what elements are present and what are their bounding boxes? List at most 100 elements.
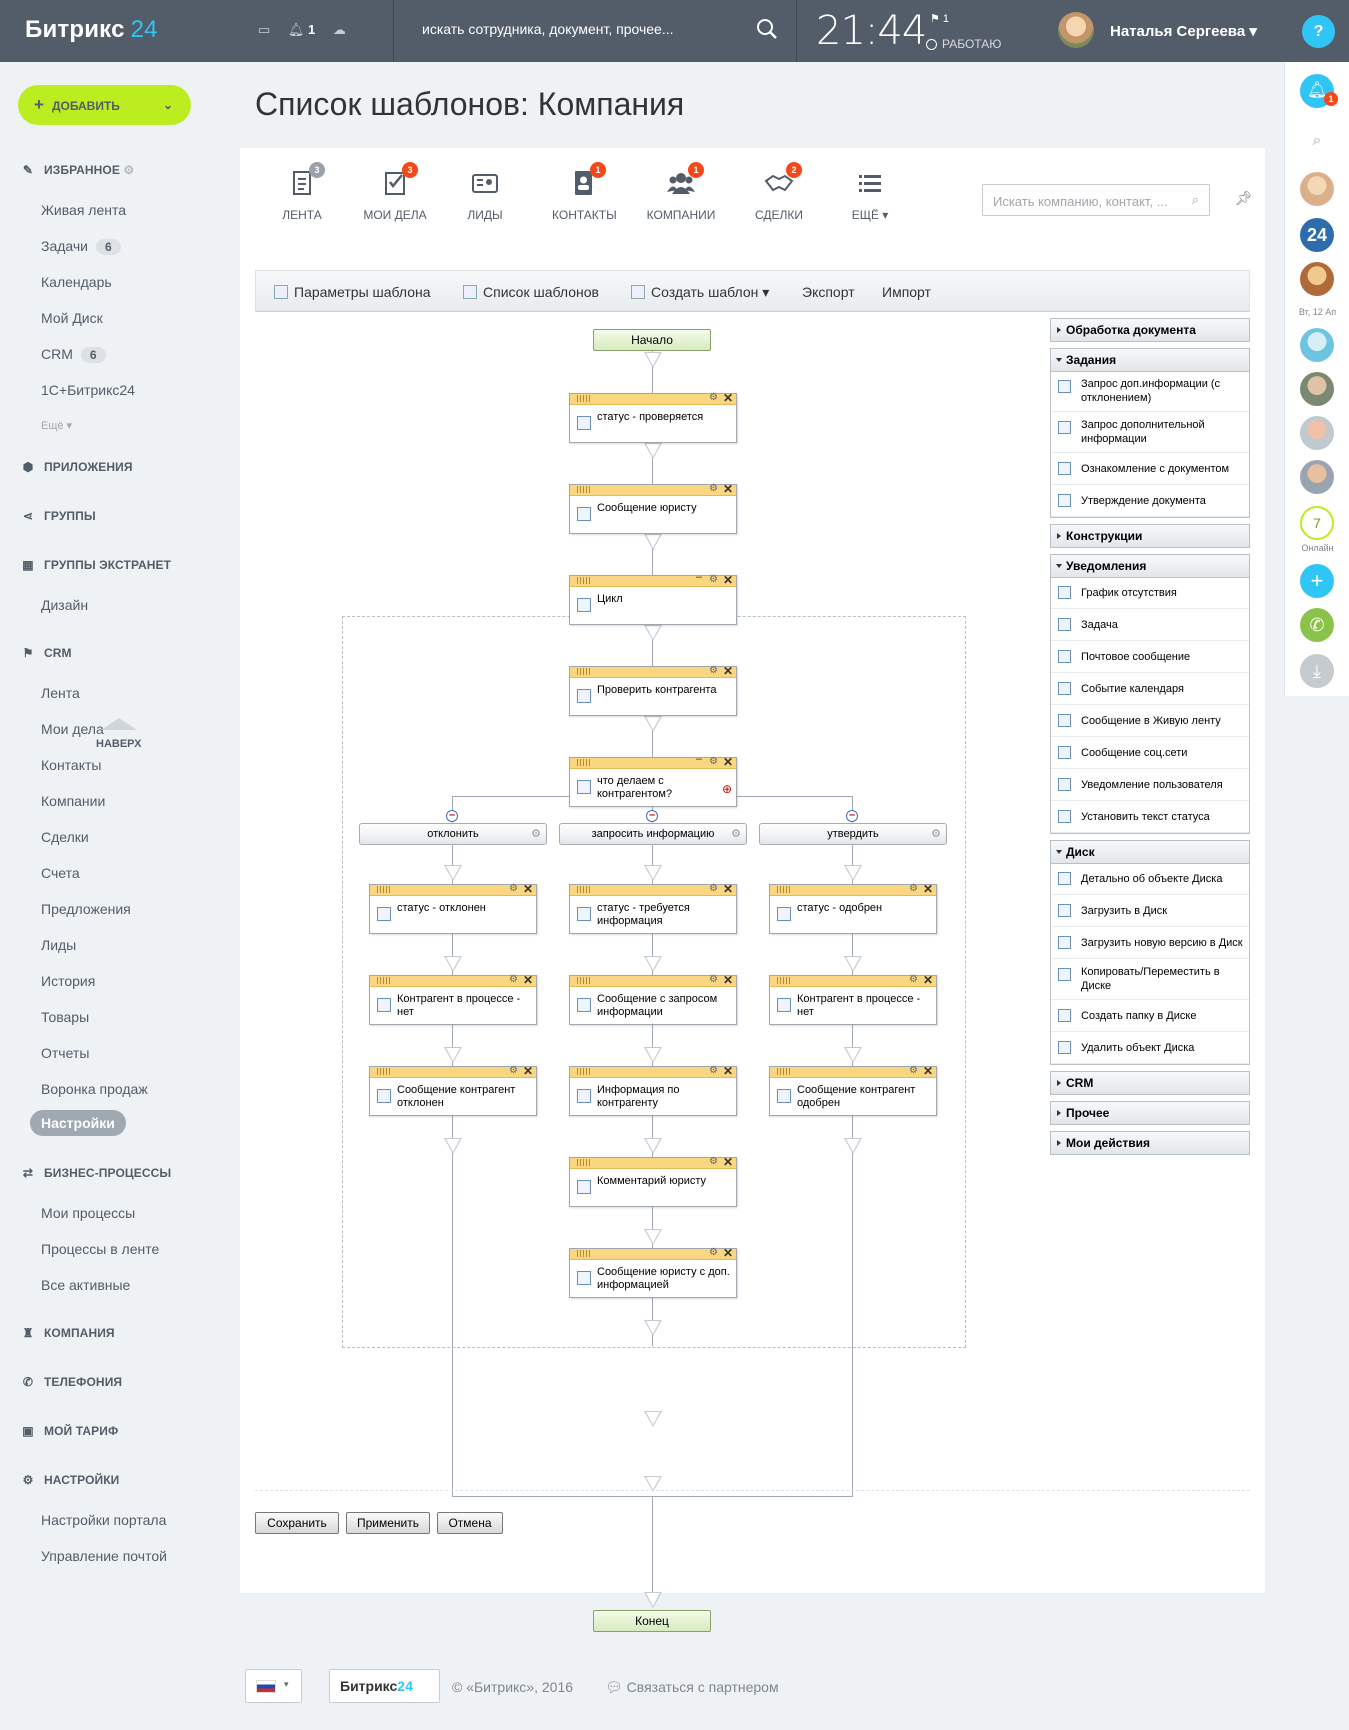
palette-group-other[interactable]: Прочее <box>1050 1101 1250 1125</box>
remove-branch-icon[interactable]: – <box>846 810 858 822</box>
minimize-icon[interactable]: – <box>696 571 702 583</box>
palette-item[interactable]: Утверждение документа <box>1051 485 1249 517</box>
gear-icon[interactable]: ⚙ <box>909 1065 918 1076</box>
tab-deals[interactable]: 2 СДЕЛКИ <box>750 162 808 222</box>
notification-bell-icon[interactable]: 🔔︎ 1 <box>1300 74 1338 108</box>
sidebar-item-invoices[interactable]: Счета <box>41 865 80 881</box>
branch-approve[interactable]: утвердить ⚙ <box>759 823 947 845</box>
flow-end[interactable]: Конец <box>593 1610 711 1632</box>
activity-node[interactable]: ⚙ ✕ статус - отклонен <box>369 882 537 934</box>
avatar[interactable] <box>1300 372 1334 406</box>
sidebar-item-deals[interactable]: Сделки <box>41 829 89 845</box>
sidebar-item-reports[interactable]: Отчеты <box>41 1045 89 1061</box>
section-settings[interactable]: ⚙ НАСТРОЙКИ <box>20 1473 120 1487</box>
logo[interactable]: Битрикс 24 <box>25 16 158 44</box>
close-icon[interactable]: ✕ <box>523 973 533 987</box>
sidebar-item-crm-feed[interactable]: Лента <box>41 685 80 701</box>
section-groups[interactable]: ⋖ ГРУППЫ <box>20 509 96 523</box>
palette-item[interactable]: Задача <box>1051 609 1249 641</box>
search-icon[interactable]: ⌕ <box>1192 192 1199 208</box>
palette-item[interactable]: Сообщение соц.сети <box>1051 737 1249 769</box>
search-icon[interactable] <box>756 18 778 40</box>
palette-item[interactable]: Установить текст статуса <box>1051 801 1249 833</box>
gear-icon[interactable]: ⚙ <box>709 974 718 985</box>
sidebar-item-mail-settings[interactable]: Управление почтой <box>41 1548 167 1564</box>
palette-item[interactable]: График отсутствия <box>1051 577 1249 609</box>
cancel-button[interactable]: Отмена <box>437 1512 503 1534</box>
palette-item[interactable]: Сообщение в Живую ленту <box>1051 705 1249 737</box>
activity-node[interactable]: ⚙ ✕ Контрагент в процессе - нет <box>369 973 537 1025</box>
section-crm[interactable]: ⚑ CRM <box>20 646 72 660</box>
activity-node[interactable]: ⚙ ✕ Проверить контрагента <box>569 664 737 716</box>
save-button[interactable]: Сохранить <box>255 1512 339 1534</box>
gear-icon[interactable]: ⚙ <box>709 574 718 585</box>
palette-group-doc[interactable]: Обработка документа <box>1050 318 1250 342</box>
gear-icon[interactable]: ⚙ <box>709 392 718 403</box>
sidebar-item-all-active[interactable]: Все активные <box>41 1277 130 1293</box>
sidebar-item-funnel[interactable]: Воронка продаж <box>41 1081 148 1097</box>
flow-start[interactable]: Начало <box>593 329 711 351</box>
close-icon[interactable]: ✕ <box>923 882 933 896</box>
sidebar-item-calendar[interactable]: Календарь <box>41 274 112 290</box>
palette-item[interactable]: Создать папку в Диске <box>1051 1000 1249 1032</box>
gear-icon[interactable]: ⚙ <box>509 974 518 985</box>
branch-reject[interactable]: отклонить ⚙ <box>359 823 547 845</box>
activity-node[interactable]: ⚙ ✕ Сообщение контрагент отклонен <box>369 1064 537 1116</box>
tab-contacts[interactable]: 1 КОНТАКТЫ <box>552 162 617 222</box>
palette-item[interactable]: Удалить объект Диска <box>1051 1032 1249 1064</box>
avatar[interactable] <box>1300 460 1334 494</box>
sidebar-item-live-feed[interactable]: Живая лента <box>41 202 126 218</box>
avatar[interactable] <box>1300 262 1334 296</box>
close-icon[interactable]: ✕ <box>723 882 733 896</box>
activity-node[interactable]: ⚙ ✕ Контрагент в процессе - нет <box>769 973 937 1025</box>
work-status[interactable]: РАБОТАЮ <box>926 37 1001 51</box>
palette-group-notifications[interactable]: Уведомления <box>1050 554 1250 578</box>
template-list-button[interactable]: Список шаблонов <box>463 284 599 300</box>
notification-bell-icon[interactable]: 🔔︎ 1 <box>288 22 315 37</box>
close-icon[interactable]: ✕ <box>923 973 933 987</box>
gear-icon[interactable]: ⚙ <box>709 483 718 494</box>
sidebar-item-leads[interactable]: Лиды <box>41 937 76 953</box>
sidebar-item-crm[interactable]: CRM 6 <box>41 346 106 363</box>
sidebar-item-contacts[interactable]: Контакты <box>41 757 101 773</box>
plus-icon[interactable]: + <box>1300 564 1334 598</box>
gear-icon[interactable]: ⚙ <box>509 883 518 894</box>
section-telephony[interactable]: ✆ ТЕЛЕФОНИЯ <box>20 1375 122 1389</box>
palette-item[interactable]: Запрос дополнительной информации <box>1051 412 1249 453</box>
create-template-button[interactable]: Создать шаблон ▾ <box>631 284 769 301</box>
tab-feed[interactable]: 3 ЛЕНТА <box>277 162 327 222</box>
close-icon[interactable]: ✕ <box>723 1155 733 1169</box>
palette-item[interactable]: Загрузить в Диск <box>1051 895 1249 927</box>
import-button[interactable]: Импорт <box>882 284 931 300</box>
add-branch-icon[interactable]: ⊕ <box>722 782 732 796</box>
activity-node[interactable]: ⚙ ✕ статус - требуется информация <box>569 882 737 934</box>
sidebar-item-history[interactable]: История <box>41 973 95 989</box>
sidebar-item-settings-active[interactable]: Настройки <box>30 1110 126 1136</box>
messenger-icon[interactable]: ▭ <box>258 22 270 37</box>
section-bp[interactable]: ⇄ БИЗНЕС-ПРОЦЕССЫ <box>20 1166 171 1180</box>
palette-item[interactable]: Уведомление пользователя <box>1051 769 1249 801</box>
close-icon[interactable]: ✕ <box>523 882 533 896</box>
gear-icon[interactable]: ⚙ <box>931 824 941 844</box>
gear-icon[interactable]: ⚙ <box>531 824 541 844</box>
activity-node[interactable]: ⚙ ✕ статус - проверяется <box>569 391 737 443</box>
close-icon[interactable]: ✕ <box>923 1064 933 1078</box>
gear-icon[interactable]: ⚙ <box>509 1065 518 1076</box>
close-icon[interactable]: ✕ <box>723 755 733 769</box>
close-icon[interactable]: ✕ <box>723 482 733 496</box>
gear-icon[interactable]: ⚙ <box>709 665 718 676</box>
activity-node[interactable]: ⚙ ✕ Сообщение юристу <box>569 482 737 534</box>
export-button[interactable]: Экспорт <box>802 284 855 300</box>
tab-leads[interactable]: ЛИДЫ <box>460 168 510 222</box>
sidebar-item-my-processes[interactable]: Мои процессы <box>41 1205 135 1221</box>
close-icon[interactable]: ✕ <box>723 573 733 587</box>
gear-icon[interactable]: ⚙ <box>709 1247 718 1258</box>
palette-item[interactable]: Событие календаря <box>1051 673 1249 705</box>
gear-icon[interactable]: ⚙ <box>709 883 718 894</box>
activity-node[interactable]: ⚙ ✕ статус - одобрен <box>769 882 937 934</box>
search-input[interactable]: искать сотрудника, документ, прочее... <box>422 21 674 37</box>
cloud-icon[interactable]: ☁︎ <box>333 22 346 37</box>
avatar[interactable] <box>1300 416 1334 450</box>
sidebar-item-processes-feed[interactable]: Процессы в ленте <box>41 1241 159 1257</box>
close-icon[interactable]: ✕ <box>723 973 733 987</box>
